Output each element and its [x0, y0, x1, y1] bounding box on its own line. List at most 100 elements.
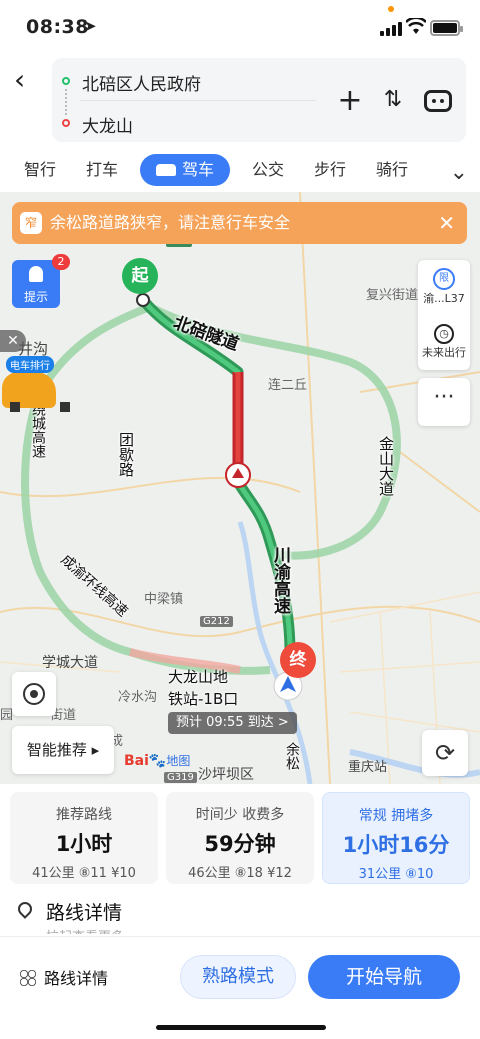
road-label: 金山大道	[377, 436, 395, 496]
home-indicator	[156, 1025, 326, 1030]
start-navigation-button[interactable]: 开始导航	[308, 955, 460, 999]
route-card-detail: 41公里 ⑧11 ¥10	[32, 866, 136, 881]
tips-label: 提示	[23, 290, 48, 304]
travel-mode-tabs: 智行 打车 驾车 公交 步行 骑行 ⌄	[0, 148, 480, 192]
route-card-title: 推荐路线	[56, 807, 112, 823]
route-details-button[interactable]: 路线详情	[20, 965, 108, 989]
highway-badge: G319	[164, 772, 197, 783]
location-arrow-icon: ➤	[84, 17, 97, 35]
map-label: 沙坪坝区	[198, 767, 254, 783]
map-label: 冷水沟	[118, 690, 158, 705]
grid-icon	[20, 970, 36, 986]
tips-button[interactable]: 2 提示	[12, 254, 70, 308]
map-label: 复兴街道	[366, 288, 419, 303]
road-label: 川渝高速	[270, 546, 290, 614]
end-pin[interactable]: 终	[280, 642, 316, 678]
route-card-selected[interactable]: 常规 拥堵多 1小时16分 31公里 ⑧10	[322, 792, 470, 884]
tab-walk[interactable]: 步行	[310, 154, 350, 186]
smart-recommend-label: 智能推荐	[26, 741, 87, 759]
signal-icon	[380, 20, 404, 36]
close-icon[interactable]: ✕	[0, 330, 26, 352]
familiar-route-button[interactable]: 熟路模式	[180, 955, 296, 999]
route-input-box: 北碚区人民政府 大龙山 + ⇅	[52, 58, 466, 142]
route-card-time: 1小时	[55, 832, 113, 856]
eta-badge[interactable]: 预计 09:55 到达 >	[168, 712, 297, 734]
warning-text: 余松路道路狭窄，请注意行车安全	[50, 213, 291, 232]
tab-transit[interactable]: 公交	[248, 154, 288, 186]
chevron-down-icon[interactable]: ⌄	[450, 160, 468, 185]
more-icon: ···	[433, 385, 455, 410]
future-trip-button[interactable]: ◷ 未来出行	[418, 324, 470, 360]
status-bar: 08:38 ➤	[0, 0, 480, 58]
route-card-time: 1小时16分	[342, 833, 450, 857]
route-details-hint: 拉起查看更多	[46, 926, 124, 934]
tips-count-badge: 2	[52, 254, 70, 270]
future-trip-label: 未来出行	[422, 346, 466, 359]
refresh-icon[interactable]: ⟳	[422, 730, 468, 776]
route-connector	[65, 89, 67, 115]
map-label: 重庆站	[348, 760, 388, 775]
car-icon	[155, 164, 176, 176]
locate-icon	[23, 683, 45, 705]
route-card[interactable]: 时间少 收费多 59分钟 46公里 ⑧18 ¥12	[166, 792, 314, 884]
battery-icon	[430, 20, 463, 36]
map-side-controls: 限 渝...L37 ◷ 未来出行	[418, 260, 470, 370]
route-card[interactable]: 推荐路线 1小时 41公里 ⑧11 ¥10	[10, 792, 158, 884]
destination-label-line1: 大龙山地	[168, 668, 229, 686]
plus-icon[interactable]: +	[332, 83, 368, 119]
locate-button[interactable]	[12, 672, 56, 716]
road-warning-banner[interactable]: 窄 余松路道路狭窄，请注意行车安全 ✕	[12, 202, 467, 244]
destination-dot-icon	[62, 119, 70, 127]
route-card-detail: 31公里 ⑧10	[358, 867, 434, 882]
road-label: 团歇路	[117, 432, 135, 477]
baidu-logo-suffix: 地图	[166, 754, 191, 768]
origin-dot-icon	[62, 77, 70, 85]
baidu-logo: Bai🐾地图	[124, 753, 191, 769]
map-canvas	[0, 192, 480, 784]
close-icon[interactable]: ✕	[438, 202, 455, 244]
bell-icon	[29, 266, 43, 282]
recording-dot-icon	[388, 6, 394, 12]
car-illustration	[2, 372, 70, 412]
map-label: 中梁镇	[144, 592, 184, 607]
route-card-time: 59分钟	[204, 832, 276, 856]
stopwatch-icon: ◷	[434, 324, 454, 344]
limit-text: 渝...L37	[423, 292, 465, 305]
car-device-icon[interactable]	[420, 83, 456, 119]
back-chevron-icon[interactable]: ‹	[14, 66, 44, 96]
tab-drive[interactable]: 驾车	[140, 154, 230, 186]
route-details-label: 路线详情	[46, 902, 123, 924]
tab-drive-label: 驾车	[181, 160, 214, 179]
route-details-button-label: 路线详情	[44, 969, 109, 988]
smart-recommend-button[interactable]: 智能推荐 ▸	[12, 726, 114, 774]
map-label: 学城大道	[42, 655, 98, 671]
route-card-detail: 46公里 ⑧18 ¥12	[188, 866, 292, 881]
tab-ride[interactable]: 骑行	[372, 154, 412, 186]
wifi-icon	[406, 18, 426, 34]
start-pin[interactable]: 起	[122, 258, 158, 294]
license-limit-button[interactable]: 限 渝...L37	[418, 268, 470, 306]
status-time: 08:38	[26, 16, 89, 38]
road-label: 余松	[284, 742, 300, 770]
location-pin-icon	[15, 899, 35, 919]
route-card-title: 时间少 收费多	[195, 807, 285, 823]
bottom-action-bar: 路线详情 熟路模式 开始导航	[0, 936, 480, 1039]
ebike-ranking-label: 电车排行	[6, 356, 54, 373]
map-view[interactable]: G75 井沟 连二丘 复兴街道 中梁镇 G212 学城大道 冷水沟 园 街道 成…	[0, 192, 480, 784]
more-button[interactable]: ···	[418, 378, 470, 426]
highway-badge: G212	[200, 616, 233, 627]
ebike-ranking-banner[interactable]: 电车排行	[0, 356, 70, 412]
route-card-title: 常规 拥堵多	[358, 808, 434, 824]
destination-field[interactable]: 大龙山	[82, 112, 133, 137]
route-panel: ‹ 北碚区人民政府 大龙山 + ⇅	[0, 58, 480, 144]
destination-label[interactable]: 大龙山地 铁站-1B口	[168, 666, 238, 710]
destination-label-line2: 铁站-1B口	[168, 690, 239, 708]
tab-taxi[interactable]: 打车	[82, 154, 122, 186]
origin-field[interactable]: 北碚区人民政府	[82, 70, 201, 95]
divider	[80, 100, 316, 101]
tab-smart[interactable]: 智行	[20, 154, 60, 186]
map-label: 连二丘	[268, 378, 308, 393]
limit-icon: 限	[433, 268, 455, 290]
route-details-row[interactable]: 路线详情 拉起查看更多	[0, 892, 480, 936]
swap-icon[interactable]: ⇅	[375, 82, 411, 118]
